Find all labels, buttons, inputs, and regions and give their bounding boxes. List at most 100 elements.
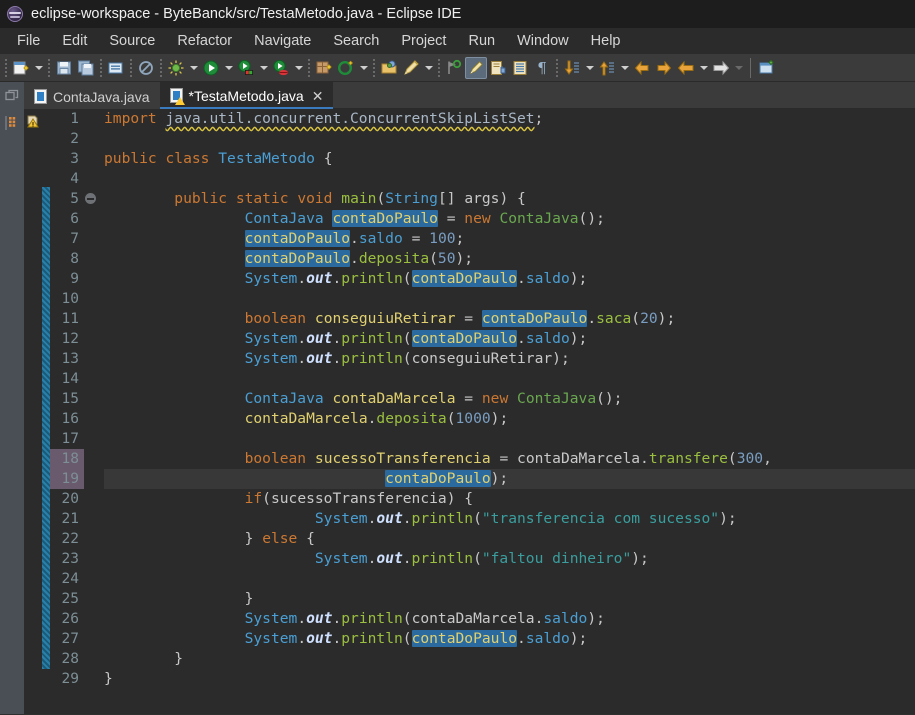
code-line-23[interactable]: System.out.println("faltou dinheiro"); <box>104 549 915 569</box>
code-line-18[interactable]: boolean sucessoTransferencia = contaDaMa… <box>104 449 915 469</box>
line-number: 19 <box>61 471 79 487</box>
close-icon[interactable]: ✕ <box>312 89 324 103</box>
code-line-12[interactable]: System.out.println(contaDoPaulo.saldo); <box>104 329 915 349</box>
code-line-9[interactable]: System.out.println(contaDoPaulo.saldo); <box>104 269 915 289</box>
code-line-13[interactable]: System.out.println(conseguiuRetirar); <box>104 349 915 369</box>
code-line-20[interactable]: if(sucessoTransferencia) { <box>104 489 915 509</box>
print-icon[interactable] <box>105 57 127 79</box>
editor-restore-icon[interactable] <box>0 82 24 109</box>
code-line-16[interactable]: contaDaMarcela.deposita(1000); <box>104 409 915 429</box>
toggle-mark-occurrences-icon[interactable] <box>465 56 487 79</box>
back-icon[interactable] <box>631 57 653 79</box>
no-quick-access-icon[interactable] <box>135 57 157 79</box>
annotation-ruler[interactable] <box>24 109 42 714</box>
menu-item-help[interactable]: Help <box>580 30 632 52</box>
change-ruler-segment <box>42 187 50 669</box>
previous-edit-icon[interactable] <box>675 57 697 79</box>
search-pen-icon[interactable] <box>400 57 422 79</box>
previous-edit-dropdown-arrow-icon[interactable] <box>697 57 710 79</box>
folding-ruler[interactable] <box>84 109 100 714</box>
new-java-class-icon[interactable] <box>335 57 357 79</box>
code-line-2[interactable] <box>104 129 915 149</box>
search-dropdown-arrow-icon[interactable] <box>422 57 435 79</box>
line-number: 17 <box>61 431 79 447</box>
tab-testa-metodo[interactable]: *TestaMetodo.java ✕ <box>159 82 334 109</box>
code-line-25[interactable]: } <box>104 589 915 609</box>
code-line-14[interactable] <box>104 369 915 389</box>
new-class-dropdown-arrow-icon[interactable] <box>357 57 370 79</box>
menu-item-file[interactable]: File <box>6 30 51 52</box>
save-all-icon[interactable] <box>75 57 97 79</box>
line-number: 23 <box>61 551 79 567</box>
external-tools-dropdown-arrow-icon[interactable] <box>257 57 270 79</box>
code-line-6[interactable]: ContaJava contaDoPaulo = new ContaJava()… <box>104 209 915 229</box>
new-wizard-dropdown-arrow-icon[interactable] <box>32 57 45 79</box>
coverage-dropdown-arrow-icon[interactable] <box>292 57 305 79</box>
line-number: 2 <box>70 131 79 147</box>
code-line-11[interactable]: boolean conseguiuRetirar = contaDoPaulo.… <box>104 309 915 329</box>
code-line-5[interactable]: public static void main(String[] args) { <box>104 189 915 209</box>
code-line-1[interactable]: import java.util.concurrent.ConcurrentSk… <box>104 109 915 129</box>
menu-item-refactor[interactable]: Refactor <box>166 30 243 52</box>
save-icon[interactable] <box>53 57 75 79</box>
previous-annotation-icon[interactable] <box>596 57 618 79</box>
line-number: 3 <box>70 151 79 167</box>
line-number: 15 <box>61 391 79 407</box>
line-number: 13 <box>61 351 79 367</box>
code-line-28[interactable]: } <box>104 649 915 669</box>
tab-bar-filler <box>333 82 915 109</box>
next-annotation-dropdown-arrow-icon[interactable] <box>583 57 596 79</box>
toolbar-separator <box>556 58 558 77</box>
code-line-26[interactable]: System.out.println(contaDaMarcela.saldo)… <box>104 609 915 629</box>
open-type-icon[interactable] <box>378 57 400 79</box>
next-edit-icon[interactable] <box>710 57 732 79</box>
code-line-24[interactable] <box>104 569 915 589</box>
new-wizard-icon[interactable] <box>10 57 32 79</box>
code-line-29[interactable]: } <box>104 669 915 689</box>
title-bar: eclipse-workspace - ByteBanck/src/TestaM… <box>0 0 915 28</box>
new-java-package-icon[interactable] <box>313 57 335 79</box>
tab-conta-java[interactable]: ContaJava.java <box>24 84 160 109</box>
code-line-10[interactable] <box>104 289 915 309</box>
warning-marker-icon[interactable] <box>26 113 40 128</box>
menu-item-navigate[interactable]: Navigate <box>243 30 322 52</box>
code-line-19[interactable]: contaDoPaulo); <box>104 469 915 489</box>
tab-label: ContaJava.java <box>53 88 150 105</box>
menu-item-window[interactable]: Window <box>506 30 580 52</box>
debug-dropdown-arrow-icon[interactable] <box>187 57 200 79</box>
code-line-17[interactable] <box>104 429 915 449</box>
line-number: 7 <box>70 231 79 247</box>
toolbar-separator <box>373 58 375 77</box>
open-perspective-icon[interactable] <box>756 57 778 79</box>
pilcrow-icon[interactable]: ¶ <box>531 57 553 79</box>
forward-icon[interactable] <box>653 57 675 79</box>
menu-item-run[interactable]: Run <box>457 30 506 52</box>
open-task-icon[interactable] <box>487 57 509 79</box>
show-whitespace-icon[interactable] <box>509 57 531 79</box>
debug-icon[interactable] <box>165 57 187 79</box>
run-coverage-icon[interactable] <box>270 57 292 79</box>
run-icon[interactable] <box>200 57 222 79</box>
code-line-8[interactable]: contaDoPaulo.deposita(50); <box>104 249 915 269</box>
line-number: 29 <box>61 671 79 687</box>
code-line-22[interactable]: } else { <box>104 529 915 549</box>
code-line-3[interactable]: public class TestaMetodo { <box>104 149 915 169</box>
code-line-21[interactable]: System.out.println("transferencia com su… <box>104 509 915 529</box>
menu-item-source[interactable]: Source <box>98 30 166 52</box>
previous-annotation-dropdown-arrow-icon[interactable] <box>618 57 631 79</box>
run-dropdown-arrow-icon[interactable] <box>222 57 235 79</box>
code-line-4[interactable] <box>104 169 915 189</box>
code-line-7[interactable]: contaDoPaulo.saldo = 100; <box>104 229 915 249</box>
java-file-warning-icon <box>169 88 185 105</box>
next-annotation-icon[interactable] <box>561 57 583 79</box>
code-text-area[interactable]: import java.util.concurrent.ConcurrentSk… <box>100 109 915 714</box>
code-line-27[interactable]: System.out.println(contaDoPaulo.saldo); <box>104 629 915 649</box>
menu-item-search[interactable]: Search <box>322 30 390 52</box>
code-line-15[interactable]: ContaJava contaDaMarcela = new ContaJava… <box>104 389 915 409</box>
menu-item-project[interactable]: Project <box>390 30 457 52</box>
run-external-tools-icon[interactable] <box>235 57 257 79</box>
breadcrumb-toggle-icon[interactable] <box>4 115 20 131</box>
fold-collapse-icon[interactable] <box>85 193 96 204</box>
skip-breakpoints-icon[interactable] <box>443 57 465 79</box>
menu-item-edit[interactable]: Edit <box>51 30 98 52</box>
